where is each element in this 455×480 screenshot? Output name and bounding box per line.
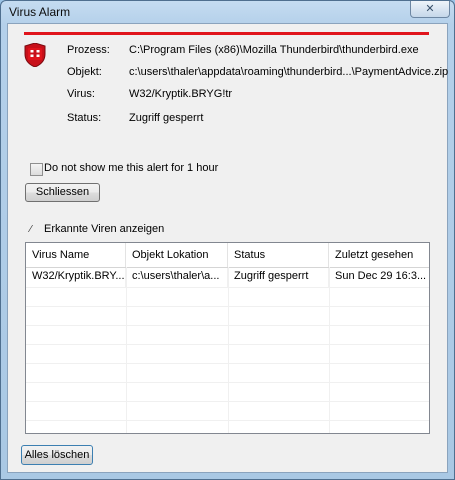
cell-last-seen: Sun Dec 29 16:3...	[335, 270, 427, 282]
column-divider	[228, 267, 229, 433]
process-label: Prozess:	[67, 44, 110, 56]
mute-alert-checkbox[interactable]	[30, 163, 43, 176]
show-viruses-label[interactable]: Erkannte Viren anzeigen	[44, 223, 164, 235]
cell-virus-name: W32/Kryptik.BRY...	[26, 268, 126, 287]
cell-status: Zugriff gesperrt	[228, 268, 329, 287]
object-value: c:\users\thaler\appdata\roaming\thunderb…	[129, 66, 449, 78]
row-divider	[26, 287, 429, 288]
column-header-object-location[interactable]: Objekt Lokation	[126, 243, 228, 267]
virus-table[interactable]: Virus Name Objekt Lokation Status Zuletz…	[25, 242, 430, 434]
row-divider	[26, 344, 429, 345]
toggle-arrow-icon[interactable]: ⁄	[30, 224, 40, 235]
status-value: Zugriff gesperrt	[129, 112, 204, 124]
window-title: Virus Alarm	[9, 5, 71, 19]
process-value: C:\Program Files (x86)\Mozilla Thunderbi…	[129, 44, 419, 56]
status-label: Status:	[67, 112, 102, 124]
row-divider	[26, 325, 429, 326]
row-divider	[26, 401, 429, 402]
column-header-status[interactable]: Status	[228, 243, 329, 267]
show-viruses-toggle[interactable]: ⁄ Erkannte Viren anzeigen	[30, 223, 164, 235]
close-icon: ✕	[425, 3, 435, 15]
virus-label: Virus:	[67, 88, 95, 100]
object-label: Objekt:	[67, 66, 102, 78]
column-header-virus-name[interactable]: Virus Name	[26, 243, 126, 267]
close-button[interactable]: Schliessen	[25, 183, 100, 202]
table-header: Virus Name Objekt Lokation Status Zuletz…	[26, 243, 429, 268]
window-close-button[interactable]: ✕	[410, 1, 450, 18]
clear-all-button[interactable]: Alles löschen	[21, 445, 93, 465]
title-bar[interactable]: Virus Alarm ✕	[1, 1, 454, 23]
cell-object-location: c:\users\thaler\a...	[126, 268, 228, 287]
mute-alert-label[interactable]: Do not show me this alert for 1 hour	[44, 162, 218, 174]
row-divider	[26, 382, 429, 383]
column-divider	[126, 267, 127, 433]
alert-separator	[24, 32, 429, 35]
column-header-last-seen[interactable]: Zuletzt gesehen	[329, 243, 429, 267]
shield-icon	[24, 43, 46, 67]
row-divider	[26, 306, 429, 307]
dialog-content: Prozess: C:\Program Files (x86)\Mozilla …	[7, 23, 448, 473]
virus-value: W32/Kryptik.BRYG!tr	[129, 88, 233, 100]
row-divider	[26, 420, 429, 421]
virus-alarm-window: Virus Alarm ✕ Prozess: C:\Program Files …	[0, 0, 455, 480]
column-divider	[329, 267, 330, 433]
row-divider	[26, 363, 429, 364]
